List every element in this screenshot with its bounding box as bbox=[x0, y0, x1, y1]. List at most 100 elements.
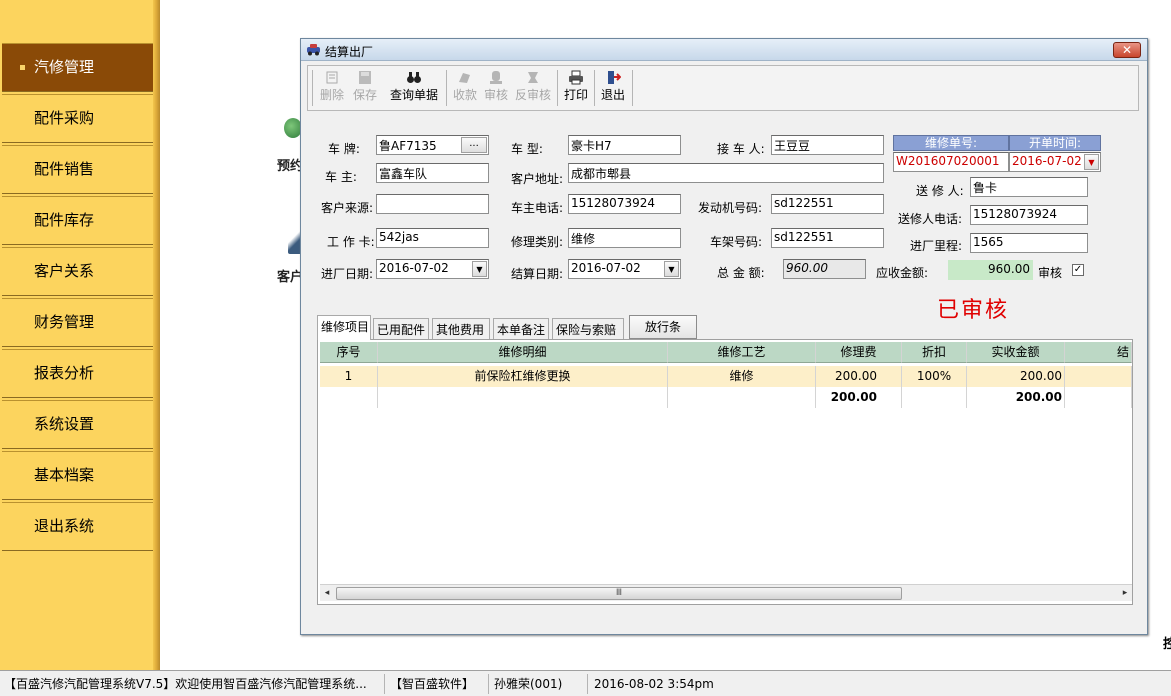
sidebar-item-label: 客户关系 bbox=[34, 262, 95, 280]
sender-phone-field[interactable]: 15128073924 bbox=[970, 205, 1088, 225]
query-button[interactable]: 查询单据 bbox=[386, 70, 442, 108]
table-row-cell[interactable]: 200.00 bbox=[816, 366, 902, 387]
model-label: 车 型: bbox=[511, 142, 543, 156]
table-row-cell[interactable]: 1 bbox=[320, 366, 378, 387]
toolbar-separator bbox=[594, 70, 595, 106]
summary-cell bbox=[668, 387, 816, 408]
entry-date-label: 进厂日期: bbox=[321, 267, 374, 281]
sidebar-item-finance[interactable]: 财务管理 bbox=[2, 298, 153, 347]
column-header-process[interactable]: 维修工艺 bbox=[668, 342, 816, 363]
binoculars-icon bbox=[407, 72, 421, 83]
exit-label: 退出 bbox=[600, 88, 625, 102]
save-button[interactable]: 保存 bbox=[350, 70, 380, 108]
owner-field[interactable]: 富鑫车队 bbox=[376, 163, 489, 183]
open-time-field[interactable]: 2016-07-02 ▼ bbox=[1009, 152, 1101, 172]
sidebar-item-settings[interactable]: 系统设置 bbox=[2, 400, 153, 449]
chevron-down-icon[interactable]: ▼ bbox=[664, 261, 679, 277]
column-header-actual-amount[interactable]: 实收金额 bbox=[967, 342, 1065, 363]
collect-button[interactable]: 收款 bbox=[451, 70, 479, 108]
sender-field[interactable]: 鲁卡 bbox=[970, 177, 1088, 197]
repair-no-field[interactable]: W201607020001 bbox=[893, 152, 1009, 172]
sidebar-item-customer-relations[interactable]: 客户关系 bbox=[2, 247, 153, 296]
sidebar-edge bbox=[153, 0, 160, 670]
receiver-field[interactable]: 王豆豆 bbox=[771, 135, 884, 155]
print-button[interactable]: 打印 bbox=[561, 70, 591, 108]
sidebar-item-parts-purchase[interactable]: 配件采购 bbox=[2, 94, 153, 143]
chevron-down-icon[interactable]: ▼ bbox=[472, 261, 487, 277]
status-divider bbox=[587, 674, 588, 694]
mileage-field[interactable]: 1565 bbox=[970, 233, 1088, 253]
model-field[interactable]: 豪卡H7 bbox=[568, 135, 681, 155]
sidebar-item-parts-inventory[interactable]: 配件库存 bbox=[2, 196, 153, 245]
dialog-titlebar[interactable]: 结算出厂 ✕ bbox=[301, 39, 1147, 61]
repair-type-field[interactable]: 维修 bbox=[568, 228, 681, 248]
status-divider bbox=[488, 674, 489, 694]
sidebar-item-label: 基本档案 bbox=[34, 466, 95, 484]
column-header-settle[interactable]: 结 bbox=[1065, 342, 1132, 363]
approve-button[interactable]: 审核 bbox=[482, 70, 510, 108]
scrollbar-thumb[interactable]: Ⅲ bbox=[336, 587, 902, 600]
toolbar-separator bbox=[557, 70, 558, 106]
address-field[interactable]: 成都市郫县 bbox=[568, 163, 884, 183]
printer-icon bbox=[569, 70, 583, 85]
sidebar-item-reports[interactable]: 报表分析 bbox=[2, 349, 153, 398]
column-header-index[interactable]: 序号 bbox=[320, 342, 378, 363]
open-time-value: 2016-07-02 bbox=[1012, 154, 1082, 168]
query-label: 查询单据 bbox=[389, 88, 438, 102]
sidebar-item-label: 报表分析 bbox=[34, 364, 95, 382]
table-row-cell[interactable]: 100% bbox=[902, 366, 967, 387]
open-time-header: 开单时间: bbox=[1009, 135, 1101, 151]
toolbar-separator bbox=[632, 70, 633, 106]
engine-field[interactable]: sd122551 bbox=[771, 194, 884, 214]
status-divider bbox=[384, 674, 385, 694]
exit-button[interactable]: 退出 bbox=[598, 70, 628, 108]
frame-field[interactable]: sd122551 bbox=[771, 228, 884, 248]
unapprove-button[interactable]: 反审核 bbox=[513, 70, 553, 108]
save-icon bbox=[359, 71, 371, 84]
owner-phone-field[interactable]: 15128073924 bbox=[568, 194, 681, 214]
close-button[interactable]: ✕ bbox=[1113, 42, 1141, 58]
tab-insurance-claims[interactable]: 保险与索赔 bbox=[552, 318, 624, 339]
sidebar-item-parts-sales[interactable]: 配件销售 bbox=[2, 145, 153, 194]
total-label: 总 金 额: bbox=[717, 266, 765, 280]
settle-date-field[interactable]: 2016-07-02 ▼ bbox=[568, 259, 681, 279]
edge-fragment: 控 bbox=[1163, 637, 1171, 652]
source-field[interactable] bbox=[376, 194, 489, 214]
entry-date-field[interactable]: 2016-07-02 ▼ bbox=[376, 259, 489, 279]
sidebar-item-basic-records[interactable]: 基本档案 bbox=[2, 451, 153, 500]
tab-repair-items[interactable]: 维修项目 bbox=[317, 315, 371, 340]
workcard-field[interactable]: 542jas bbox=[376, 228, 489, 248]
sidebar-item-exit[interactable]: 退出系统 bbox=[2, 502, 153, 551]
delete-button[interactable]: 删除 bbox=[317, 70, 347, 108]
toolbar-separator bbox=[312, 70, 313, 106]
sender-label: 送 修 人: bbox=[916, 184, 964, 198]
sidebar: 汽修管理 配件采购 配件销售 配件库存 客户关系 财务管理 报表分析 系统设置 … bbox=[0, 0, 160, 670]
table-row-cell[interactable]: 前保险杠维修更换 bbox=[378, 366, 668, 387]
settle-date-value: 2016-07-02 bbox=[571, 261, 641, 275]
tab-other-fees[interactable]: 其他费用 bbox=[432, 318, 490, 339]
table-row-cell[interactable]: 维修 bbox=[668, 366, 816, 387]
plate-field[interactable]: 鲁AF7135 ... bbox=[376, 135, 489, 155]
toolbar-separator bbox=[446, 70, 447, 106]
horizontal-scrollbar[interactable]: ◂ Ⅲ ▸ bbox=[320, 584, 1132, 601]
print-label: 打印 bbox=[563, 88, 588, 102]
tab-used-parts[interactable]: 已用配件 bbox=[373, 318, 429, 339]
approve-checkbox[interactable]: ✓ bbox=[1072, 264, 1084, 276]
receivable-label: 应收金额: bbox=[876, 266, 929, 280]
summary-cell bbox=[320, 387, 378, 408]
column-header-repair-fee[interactable]: 修理费 bbox=[816, 342, 902, 363]
tab-notes[interactable]: 本单备注 bbox=[493, 318, 549, 339]
chevron-down-icon[interactable]: ▼ bbox=[1084, 154, 1099, 170]
table-row-cell[interactable]: 200.00 bbox=[967, 366, 1065, 387]
column-header-discount[interactable]: 折扣 bbox=[902, 342, 967, 363]
release-slip-button[interactable]: 放行条 bbox=[629, 315, 697, 339]
plate-label: 车 牌: bbox=[328, 142, 360, 156]
status-user: 孙雅荣(001) bbox=[494, 677, 563, 691]
sidebar-item-repair-management[interactable]: 汽修管理 bbox=[2, 43, 153, 92]
scroll-right-icon[interactable]: ▸ bbox=[1118, 586, 1132, 601]
scroll-left-icon[interactable]: ◂ bbox=[320, 586, 334, 601]
receiver-label: 接 车 人: bbox=[717, 142, 765, 156]
column-header-detail[interactable]: 维修明细 bbox=[378, 342, 668, 363]
plate-lookup-button[interactable]: ... bbox=[461, 137, 487, 153]
table-row-cell[interactable] bbox=[1065, 366, 1132, 387]
